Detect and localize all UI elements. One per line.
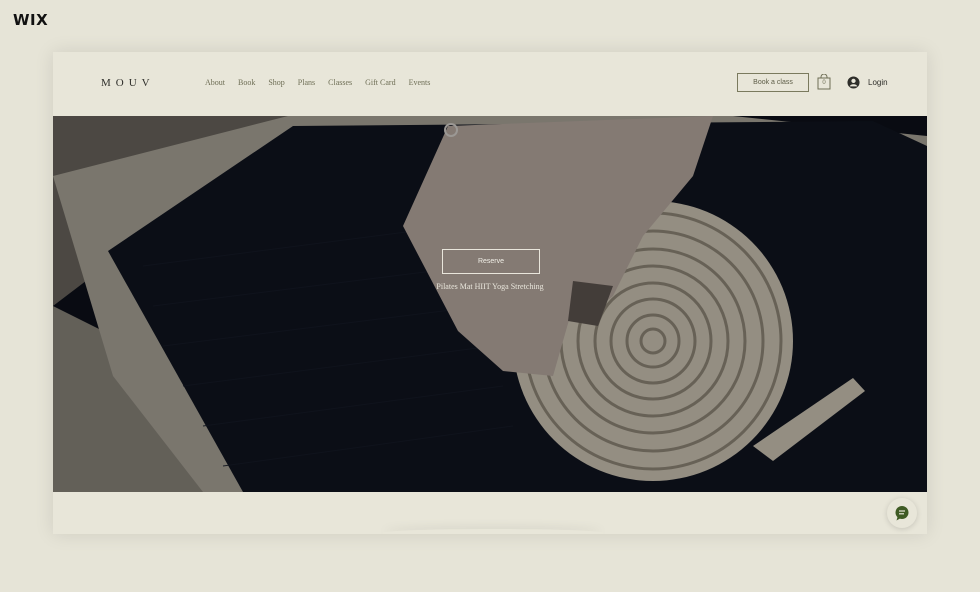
- login-button[interactable]: Login: [847, 76, 888, 89]
- hero-video: Reserve Pilates Mat HIIT Yoga Stretching: [53, 116, 927, 492]
- section-divider-shadow: [383, 529, 603, 534]
- chat-button[interactable]: [887, 498, 917, 528]
- nav-gift-card[interactable]: Gift Card: [365, 78, 395, 87]
- cart-button[interactable]: 0: [817, 73, 831, 90]
- next-section: [53, 492, 927, 534]
- site-header: MOUV About Book Shop Plans Classes Gift …: [53, 52, 927, 116]
- chat-bubble-icon: [895, 506, 909, 521]
- site-frame: MOUV About Book Shop Plans Classes Gift …: [53, 52, 927, 534]
- main-nav: About Book Shop Plans Classes Gift Card …: [205, 78, 443, 87]
- nav-book[interactable]: Book: [238, 78, 255, 87]
- cart-count: 0: [822, 80, 826, 86]
- login-label: Login: [868, 78, 888, 87]
- user-avatar-icon: [847, 76, 860, 89]
- nav-shop[interactable]: Shop: [268, 78, 284, 87]
- hero-tagline: Pilates Mat HIIT Yoga Stretching: [436, 282, 544, 291]
- book-a-class-button[interactable]: Book a class: [737, 73, 809, 92]
- nav-classes[interactable]: Classes: [328, 78, 352, 87]
- reserve-button[interactable]: Reserve: [442, 249, 540, 274]
- brand-logo[interactable]: MOUV: [101, 77, 155, 89]
- wix-logo[interactable]: WIX: [13, 11, 48, 29]
- nav-plans[interactable]: Plans: [298, 78, 315, 87]
- hero-background-image: [53, 116, 927, 492]
- nav-events[interactable]: Events: [409, 78, 431, 87]
- nav-about[interactable]: About: [205, 78, 225, 87]
